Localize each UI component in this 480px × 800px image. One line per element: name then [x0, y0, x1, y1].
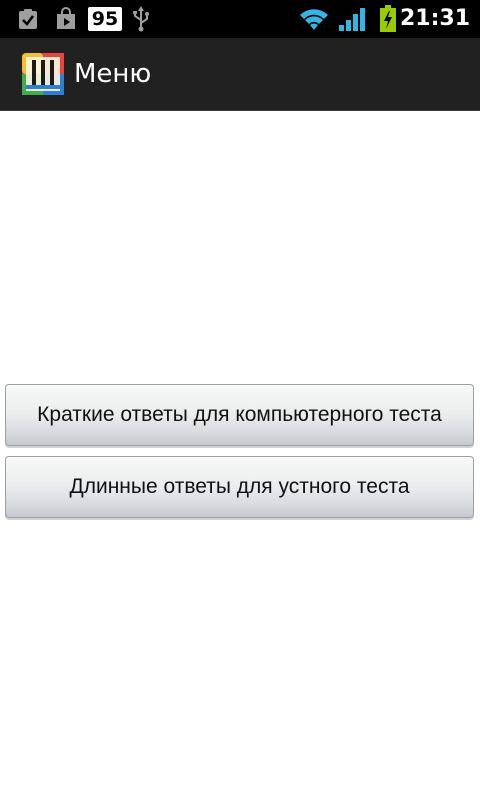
- title-bar: Меню: [0, 38, 480, 111]
- short-answers-button-label: Краткие ответы для компьютерного теста: [37, 403, 442, 426]
- long-answers-button[interactable]: Длинные ответы для устного теста: [5, 456, 474, 518]
- wifi-icon: [296, 0, 332, 38]
- usb-icon: [128, 0, 154, 38]
- clipboard-check-icon[interactable]: [14, 0, 42, 38]
- status-bar: 95 21:31: [0, 0, 480, 38]
- short-answers-button[interactable]: Краткие ответы для компьютерного теста: [5, 384, 474, 446]
- screen: 95 21:31 Меню Краткие ответы для компьют…: [0, 0, 480, 800]
- long-answers-button-label: Длинные ответы для устного теста: [69, 475, 410, 498]
- notification-count-badge: 95: [88, 7, 122, 31]
- app-logo-icon: [22, 53, 64, 95]
- page-title: Меню: [74, 59, 152, 89]
- clock-time: 21:31: [399, 6, 470, 31]
- signal-icon: [336, 0, 368, 38]
- battery-charging-icon: [376, 0, 400, 38]
- play-store-icon[interactable]: [52, 0, 80, 38]
